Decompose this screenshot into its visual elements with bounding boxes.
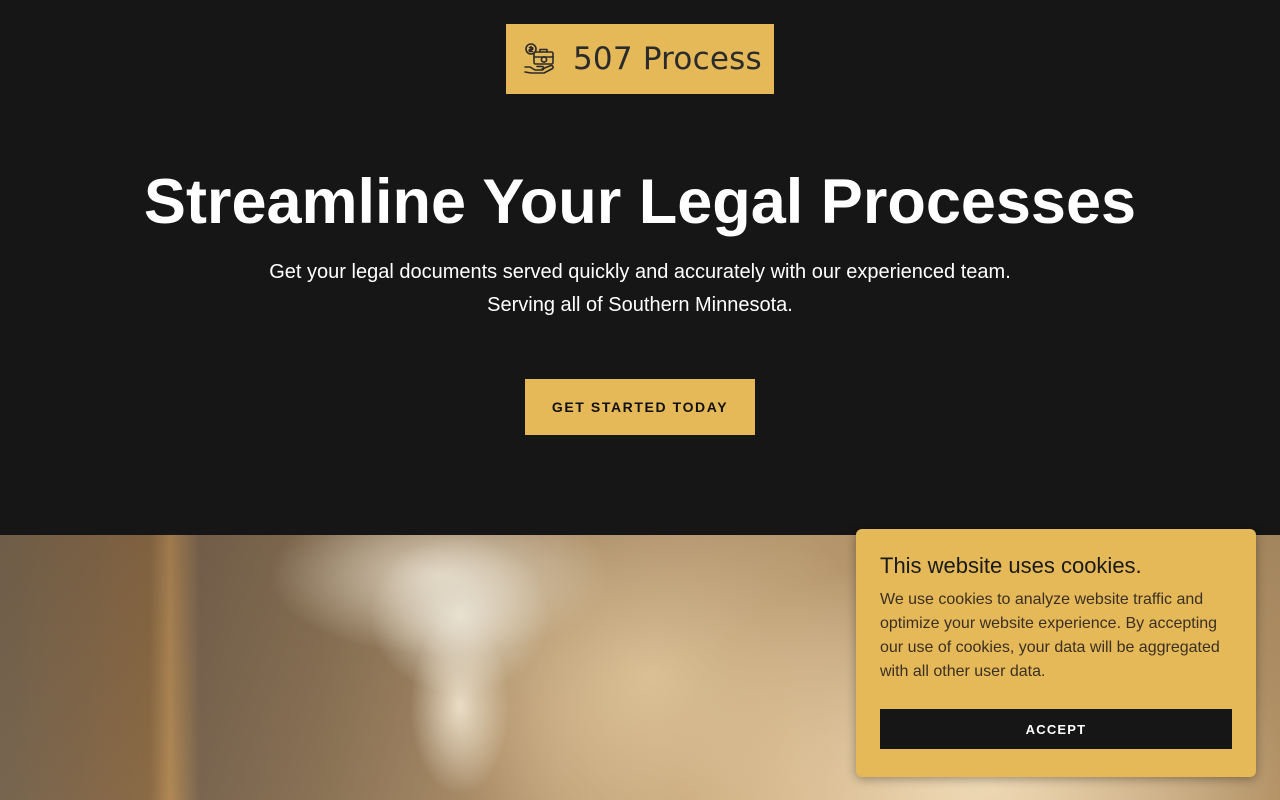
page: 507 Process Streamline Your Legal Proces… [0, 0, 1280, 800]
briefcase-money-hand-icon [522, 41, 558, 77]
get-started-button[interactable]: GET STARTED TODAY [525, 379, 755, 435]
cookie-banner-title: This website uses cookies. [880, 553, 1142, 578]
cookie-banner: This website uses cookies. We use cookie… [856, 529, 1256, 777]
hero-section: 507 Process Streamline Your Legal Proces… [0, 0, 1280, 535]
hero-subtitle: Get your legal documents served quickly … [0, 256, 1280, 322]
logo-text: 507 Process [573, 41, 762, 77]
hero-subtitle-line-1: Get your legal documents served quickly … [269, 261, 1011, 283]
hero-subtitle-line-2: Serving all of Southern Minnesota. [487, 294, 793, 316]
logo[interactable]: 507 Process [506, 24, 774, 94]
accept-cookies-button[interactable]: ACCEPT [880, 709, 1232, 749]
hero-title: Streamline Your Legal Processes [143, 167, 1137, 237]
cookie-banner-text: We use cookies to analyze website traffi… [880, 591, 1220, 680]
